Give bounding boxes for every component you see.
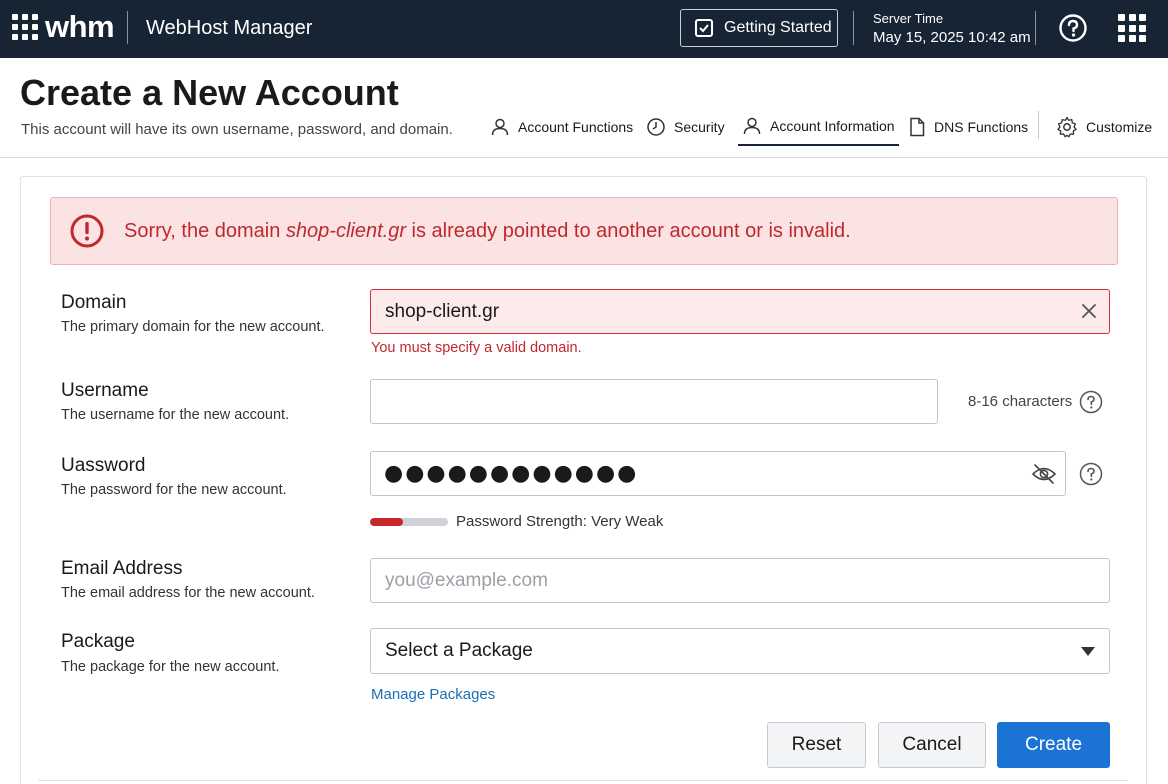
subnav-divider: [1038, 111, 1039, 139]
product-name: WebHost Manager: [146, 17, 313, 39]
password-strength-bar: [370, 518, 448, 526]
topbar-divider: [1035, 11, 1036, 45]
whm-logo[interactable]: whm: [45, 9, 115, 45]
server-time-label: Server Time: [873, 11, 944, 26]
document-icon: [910, 117, 925, 137]
package-help: The package for the new account.: [61, 659, 280, 675]
reset-button[interactable]: Reset: [767, 722, 866, 768]
tab-customize[interactable]: Customize: [1056, 108, 1152, 146]
apps-icon[interactable]: [1118, 14, 1146, 42]
email-label: Email Address: [61, 558, 183, 579]
getting-started-label: Getting Started: [724, 19, 832, 36]
question-icon[interactable]: [1079, 462, 1103, 486]
password-strength-fill: [370, 518, 403, 526]
alert-icon: [70, 214, 104, 248]
header-divider: [0, 157, 1168, 158]
page-title: Create a New Account: [20, 72, 399, 113]
eye-off-icon[interactable]: [1031, 463, 1057, 485]
user-icon: [743, 117, 761, 135]
domain-help: The primary domain for the new account.: [61, 319, 325, 335]
username-help: The username for the new account.: [61, 407, 290, 423]
username-input[interactable]: [370, 379, 938, 424]
domain-input[interactable]: [370, 289, 1110, 334]
chevron-down-icon: [1081, 647, 1095, 656]
user-icon: [491, 118, 509, 136]
password-help: The password for the new account.: [61, 482, 287, 498]
domain-label: Domain: [61, 292, 127, 313]
getting-started-icon: [695, 19, 713, 37]
email-input[interactable]: [370, 558, 1110, 603]
server-time-value: May 15, 2025 10:42 am: [873, 29, 1031, 46]
topbar-divider: [127, 11, 128, 44]
tab-account-functions[interactable]: Account Functions: [490, 108, 633, 146]
username-length-hint: 8-16 characters: [968, 393, 1073, 410]
error-alert: Sorry, the domain shop-client.gr is alre…: [50, 197, 1118, 265]
password-strength-label: Password Strength: Very Weak: [456, 513, 664, 530]
gear-icon: [1057, 116, 1077, 138]
tab-label: Account Functions: [518, 119, 634, 135]
grid-menu-icon[interactable]: [12, 14, 38, 40]
page-subtitle: This account will have its own username,…: [21, 121, 453, 138]
package-select[interactable]: Select a Package: [370, 628, 1110, 674]
email-help: The email address for the new account.: [61, 585, 315, 601]
question-icon[interactable]: [1079, 390, 1103, 414]
shield-icon: [647, 118, 665, 136]
alert-domain: shop-client.gr: [285, 220, 406, 242]
manage-packages-link[interactable]: Manage Packages: [371, 686, 495, 703]
tab-label: DNS Functions: [934, 119, 1029, 135]
tab-label: Account Information: [770, 118, 895, 134]
password-label: Uassword: [61, 455, 146, 476]
topbar-divider: [853, 11, 854, 45]
password-masked-value: ●●●●●●●●●●●●: [384, 461, 639, 486]
tab-dns-functions[interactable]: DNS Functions: [908, 108, 1028, 146]
domain-error-message: You must specify a valid domain.: [371, 340, 582, 356]
help-icon[interactable]: [1058, 13, 1088, 43]
alert-message: Sorry, the domain shop-client.gr is alre…: [124, 220, 851, 243]
alert-suffix: is already pointed to another account or…: [406, 220, 851, 242]
alert-prefix: Sorry, the domain: [124, 220, 286, 242]
package-label: Package: [61, 631, 135, 652]
tab-account-information[interactable]: Account Information: [738, 108, 899, 146]
card-bottom-divider: [38, 780, 1128, 781]
getting-started-button[interactable]: Getting Started: [680, 9, 838, 47]
package-selected-value: Select a Package: [385, 640, 533, 661]
cancel-button[interactable]: Cancel: [878, 722, 986, 768]
top-bar: whm WebHost Manager Getting Started Serv…: [0, 0, 1168, 58]
tab-label: Security: [674, 119, 725, 135]
tab-label: Customize: [1086, 119, 1153, 135]
username-label: Username: [61, 380, 149, 401]
clear-icon[interactable]: [1080, 302, 1098, 320]
tab-security[interactable]: Security: [646, 108, 725, 146]
create-button[interactable]: Create: [997, 722, 1110, 768]
